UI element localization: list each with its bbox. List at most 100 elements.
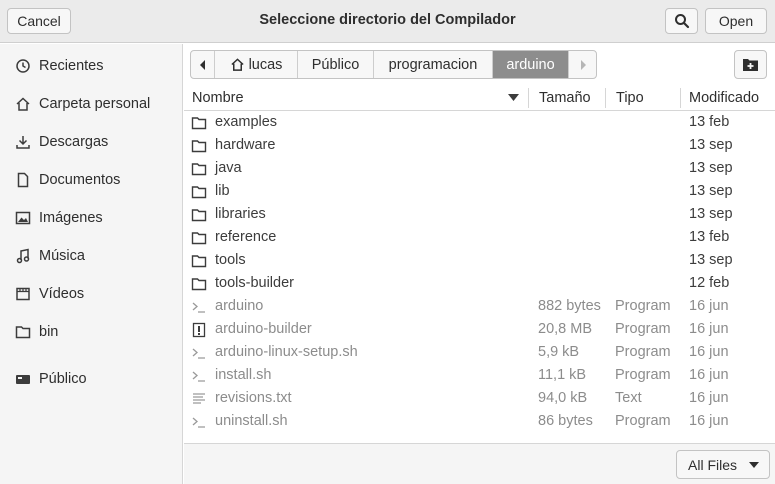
image-icon (15, 210, 31, 226)
sort-descending-icon (508, 94, 519, 101)
sidebar-item-videos[interactable]: Vídeos (0, 278, 182, 310)
sidebar-item-descargas[interactable]: Descargas (0, 126, 182, 158)
column-header-modified[interactable]: Modificado (689, 90, 759, 106)
chevron-left-icon (199, 59, 205, 70)
document-icon (15, 172, 31, 188)
file-name: revisions.txt (215, 390, 292, 406)
sidebar-item-label: Vídeos (39, 286, 85, 302)
sidebar-item-publico[interactable]: Público (0, 363, 182, 395)
file-modified: 16 jun (689, 367, 729, 383)
column-separator (680, 88, 681, 108)
path-scroll-left-button[interactable] (191, 51, 215, 78)
file-size: 882 bytes (538, 298, 601, 314)
file-row-tools-builder[interactable]: tools-builder 12 feb (184, 272, 775, 295)
file-modified: 16 jun (689, 413, 729, 429)
folder-icon (191, 117, 207, 130)
file-name: arduino-builder (215, 321, 312, 337)
file-name: hardware (215, 137, 276, 153)
file-filter-dropdown[interactable]: All Files (676, 450, 770, 479)
path-bar: lucas Público programacion arduino (190, 50, 597, 79)
file-name: libraries (215, 206, 266, 222)
path-scroll-right-button[interactable] (569, 51, 596, 78)
file-row-java[interactable]: java 13 sep (184, 157, 775, 180)
column-header-type[interactable]: Tipo (616, 90, 644, 106)
column-header-row: Nombre Tamaño Tipo Modificado (184, 85, 775, 111)
music-icon (15, 248, 31, 264)
network-drive-icon (15, 371, 31, 387)
terminal-script-icon (192, 348, 205, 359)
sidebar-item-recientes[interactable]: Recientes (0, 50, 182, 82)
file-row-tools[interactable]: tools 13 sep (184, 249, 775, 272)
file-name: install.sh (215, 367, 272, 383)
folder-icon (191, 278, 207, 291)
terminal-script-icon (192, 417, 205, 428)
file-name: uninstall.sh (215, 413, 288, 429)
file-row-arduino[interactable]: arduino 882 bytes Program 16 jun (184, 295, 775, 318)
file-modified: 16 jun (689, 390, 729, 406)
file-type: Program (615, 344, 671, 360)
film-icon (15, 286, 31, 302)
sidebar-item-label: Carpeta personal (39, 96, 151, 112)
column-header-size[interactable]: Tamaño (539, 90, 591, 106)
file-row-revisions[interactable]: revisions.txt 94,0 kB Text 16 jun (184, 387, 775, 410)
sidebar-item-bin[interactable]: bin (0, 316, 182, 348)
folder-icon (191, 186, 207, 199)
column-separator (528, 88, 529, 108)
file-size: 11,1 kB (538, 367, 587, 383)
path-segment-label: lucas (248, 56, 283, 73)
chevron-down-icon (749, 462, 759, 468)
sidebar-item-label: Recientes (39, 58, 104, 74)
file-name: java (215, 160, 242, 176)
file-modified: 13 feb (689, 229, 730, 245)
file-row-install[interactable]: install.sh 11,1 kB Program 16 jun (184, 364, 775, 387)
new-folder-icon (743, 59, 758, 71)
file-modified: 13 sep (689, 206, 733, 222)
sidebar-item-label: Público (39, 371, 87, 387)
folder-icon (191, 163, 207, 176)
file-row-examples[interactable]: examples 13 feb (184, 111, 775, 134)
cancel-button[interactable]: Cancel (7, 8, 71, 34)
file-modified: 13 feb (689, 114, 730, 130)
home-icon (15, 96, 31, 112)
file-row-reference[interactable]: reference 13 feb (184, 226, 775, 249)
places-sidebar: Recientes Carpeta personal Descargas Doc… (0, 44, 183, 484)
file-row-hardware[interactable]: hardware 13 sep (184, 134, 775, 157)
sidebar-item-carpeta-personal[interactable]: Carpeta personal (0, 88, 182, 120)
new-folder-button[interactable] (734, 50, 767, 79)
clock-icon (15, 58, 31, 74)
file-row-arduino-linux-setup[interactable]: arduino-linux-setup.sh 5,9 kB Program 16… (184, 341, 775, 364)
search-button[interactable] (665, 8, 698, 34)
open-button[interactable]: Open (705, 8, 767, 34)
sidebar-item-label: Música (39, 248, 85, 264)
file-name: arduino (215, 298, 264, 314)
terminal-script-icon (192, 302, 205, 313)
file-row-arduino-builder[interactable]: arduino-builder 20,8 MB Program 16 jun (184, 318, 775, 341)
file-type: Text (615, 390, 642, 406)
terminal-script-icon (192, 371, 205, 382)
sidebar-item-musica[interactable]: Música (0, 240, 182, 272)
sidebar-item-label: bin (39, 324, 59, 340)
sidebar-item-label: Imágenes (39, 210, 103, 226)
path-segment-lucas[interactable]: lucas (215, 51, 298, 78)
column-header-name[interactable]: Nombre (192, 90, 244, 106)
executable-warning-icon (192, 322, 206, 338)
file-type: Program (615, 298, 671, 314)
path-segment-arduino[interactable]: arduino (493, 51, 569, 78)
file-modified: 13 sep (689, 252, 733, 268)
path-segment-publico[interactable]: Público (298, 51, 374, 78)
path-segment-programacion[interactable]: programacion (374, 51, 493, 78)
sidebar-item-imagenes[interactable]: Imágenes (0, 202, 182, 234)
file-row-uninstall[interactable]: uninstall.sh 86 bytes Program 16 jun (184, 410, 775, 433)
file-row-libraries[interactable]: libraries 13 sep (184, 203, 775, 226)
file-size: 5,9 kB (538, 344, 580, 360)
sidebar-item-label: Descargas (39, 134, 109, 150)
file-name: examples (215, 114, 278, 130)
file-name: tools-builder (215, 275, 294, 291)
sidebar-item-documentos[interactable]: Documentos (0, 164, 182, 196)
dialog-title: Seleccione directorio del Compilador (259, 12, 516, 28)
folder-icon (191, 140, 207, 153)
file-modified: 13 sep (689, 160, 733, 176)
file-row-lib[interactable]: lib 13 sep (184, 180, 775, 203)
home-icon (230, 58, 244, 71)
header-bar: Cancel Seleccione directorio del Compila… (0, 0, 775, 43)
